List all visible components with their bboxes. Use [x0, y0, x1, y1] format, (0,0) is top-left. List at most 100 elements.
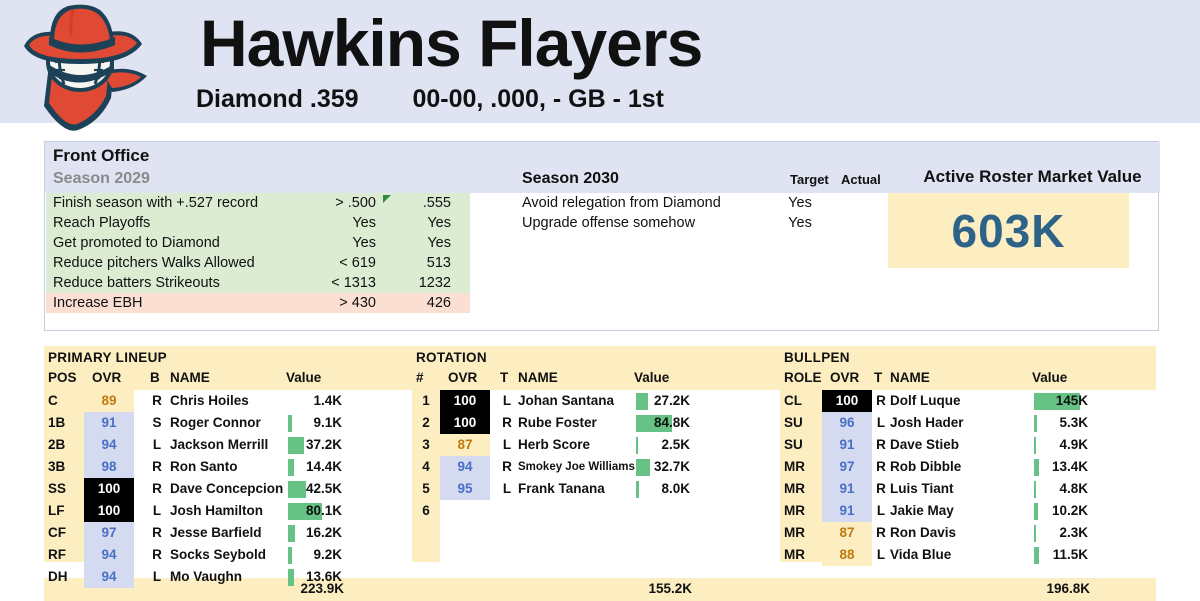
table-row[interactable]: MR 97 R Rob Dibble 13.4K: [0, 456, 1200, 478]
column-header: ROLE: [784, 370, 822, 385]
goal-actual: 426: [426, 295, 451, 311]
cell-player-name[interactable]: Ron Davis: [890, 522, 956, 544]
team-subtitle: Diamond .359 00-00, .000, - GB - 1st: [170, 85, 1190, 114]
column-header: OVR: [92, 370, 122, 385]
cell-player-name[interactable]: Dave Stieb: [890, 434, 959, 456]
column-header: Value: [286, 370, 322, 385]
column-header: NAME: [890, 370, 930, 385]
cell-handedness: R: [876, 393, 886, 408]
goal-actual: .555: [422, 195, 451, 211]
goal-row: Avoid relegation from Diamond Yes: [522, 193, 892, 213]
cell-player-name[interactable]: Luis Tiant: [890, 478, 954, 500]
season-current-label: Season 2030: [522, 170, 619, 187]
column-header: T: [500, 370, 509, 385]
cell-overall-rating: 91: [822, 478, 872, 500]
cell-player-name[interactable]: Rob Dibble: [890, 456, 961, 478]
panel-title: Front Office: [53, 146, 150, 165]
section-title-rotation: ROTATION: [416, 350, 487, 365]
goal-actual: 1232: [418, 275, 451, 291]
column-header: #: [416, 370, 424, 385]
cell-handedness: L: [876, 503, 886, 518]
cell-overall-rating: 100: [822, 390, 872, 412]
actual-column-header: Actual: [841, 172, 881, 187]
goal-label: Reduce batters Strikeouts: [53, 275, 220, 291]
cell-market-value: 4.9K: [1059, 437, 1088, 452]
goal-target: Yes: [352, 215, 376, 231]
cell-player-name[interactable]: Josh Hader: [890, 412, 964, 434]
section-title-lineup: PRIMARY LINEUP: [48, 350, 167, 365]
column-header: OVR: [448, 370, 478, 385]
table-row[interactable]: CL 100 R Dolf Luque 145K: [0, 390, 1200, 412]
goal-row: Reach Playoffs Yes Yes: [46, 213, 470, 233]
cell-market-value: 11.5K: [1052, 547, 1088, 562]
cell-position: MR: [784, 547, 805, 562]
league-label: Diamond .359: [196, 85, 359, 113]
app-root: Hawkins Flayers Diamond .359 00-00, .000…: [0, 0, 1200, 601]
goal-actual: Yes: [427, 215, 451, 231]
cowboy-baseball-logo-icon: [24, 4, 147, 131]
column-header: Value: [634, 370, 670, 385]
column-header: B: [150, 370, 160, 385]
cell-position: SU: [784, 415, 803, 430]
goal-label: Upgrade offense somehow: [522, 215, 696, 231]
market-value-box: 603K: [888, 193, 1129, 268]
cell-handedness: R: [876, 481, 886, 496]
goal-actual: 513: [426, 255, 451, 271]
goal-achieved-flag-icon: [383, 195, 391, 203]
cell-handedness: R: [876, 437, 886, 452]
season-prev-label: Season 2029: [53, 170, 150, 187]
cell-handedness: L: [876, 415, 886, 430]
cell-player-name[interactable]: Mo Vaughn: [170, 566, 242, 588]
goal-actual: Yes: [427, 235, 451, 251]
cell-overall-rating: 87: [822, 522, 872, 544]
table-row[interactable]: MR 91 R Luis Tiant 4.8K: [0, 478, 1200, 500]
goal-row: Reduce pitchers Walks Allowed < 619 513: [46, 253, 470, 273]
cell-market-value: 2.3K: [1059, 525, 1088, 540]
roster-area: PRIMARY LINEUP POS OVR B NAME Value C 89 R Chris …: [0, 346, 1200, 601]
goal-row: Upgrade offense somehow Yes: [522, 213, 892, 233]
table-row[interactable]: MR 87 R Ron Davis 2.3K: [0, 522, 1200, 544]
goal-label: Reach Playoffs: [53, 215, 151, 231]
section-title-bullpen: BULLPEN: [784, 350, 850, 365]
cell-overall-rating: 91: [822, 434, 872, 456]
goal-row: Increase EBH > 430 426: [46, 293, 470, 313]
goal-label: Avoid relegation from Diamond: [522, 195, 721, 211]
cell-player-name[interactable]: Jakie May: [890, 500, 954, 522]
cell-overall-rating: 97: [822, 456, 872, 478]
cell-market-value: 13.4K: [1051, 459, 1088, 474]
goal-row: Get promoted to Diamond Yes Yes: [46, 233, 470, 253]
section-total-lineup: 223.9K: [300, 581, 344, 596]
cell-handedness: L: [152, 569, 162, 584]
team-title-block: Hawkins Flayers Diamond .359 00-00, .000…: [170, 10, 1190, 114]
section-total-bullpen: 196.8K: [1046, 581, 1090, 596]
column-header: NAME: [518, 370, 558, 385]
cell-handedness: L: [876, 547, 886, 562]
goal-label: Increase EBH: [53, 295, 143, 311]
cell-player-name[interactable]: Vida Blue: [890, 544, 951, 566]
cell-position: MR: [784, 481, 805, 496]
goal-target: Yes: [788, 195, 812, 211]
goal-label: Reduce pitchers Walks Allowed: [53, 255, 255, 271]
team-header-banner: Hawkins Flayers Diamond .359 00-00, .000…: [0, 0, 1200, 131]
previous-season-goals: Finish season with +.527 record > .500 .55…: [46, 193, 470, 313]
goal-target: < 619: [339, 255, 376, 271]
column-header: POS: [48, 370, 77, 385]
table-row[interactable]: MR 91 L Jakie May 10.2K: [0, 500, 1200, 522]
cell-player-name[interactable]: Dolf Luque: [890, 390, 961, 412]
roster-header-band: [44, 346, 1156, 390]
cell-market-value: 10.2K: [1051, 503, 1088, 518]
cell-position: MR: [784, 459, 805, 474]
table-row[interactable]: MR 88 L Vida Blue 11.5K: [0, 544, 1200, 566]
front-office-panel: Front Office Season 2029 Season 2030 Tar…: [44, 141, 1160, 331]
table-row[interactable]: SU 91 R Dave Stieb 4.9K: [0, 434, 1200, 456]
column-header: Value: [1032, 370, 1068, 385]
cell-position: DH: [48, 569, 68, 584]
section-total-rotation: 155.2K: [648, 581, 692, 596]
cell-overall-rating: 96: [822, 412, 872, 434]
cell-position: CL: [784, 393, 802, 408]
cell-handedness: R: [876, 525, 886, 540]
table-row[interactable]: SU 96 L Josh Hader 5.3K: [0, 412, 1200, 434]
team-name: Hawkins Flayers: [200, 6, 703, 80]
column-header: OVR: [830, 370, 860, 385]
column-header: T: [874, 370, 883, 385]
